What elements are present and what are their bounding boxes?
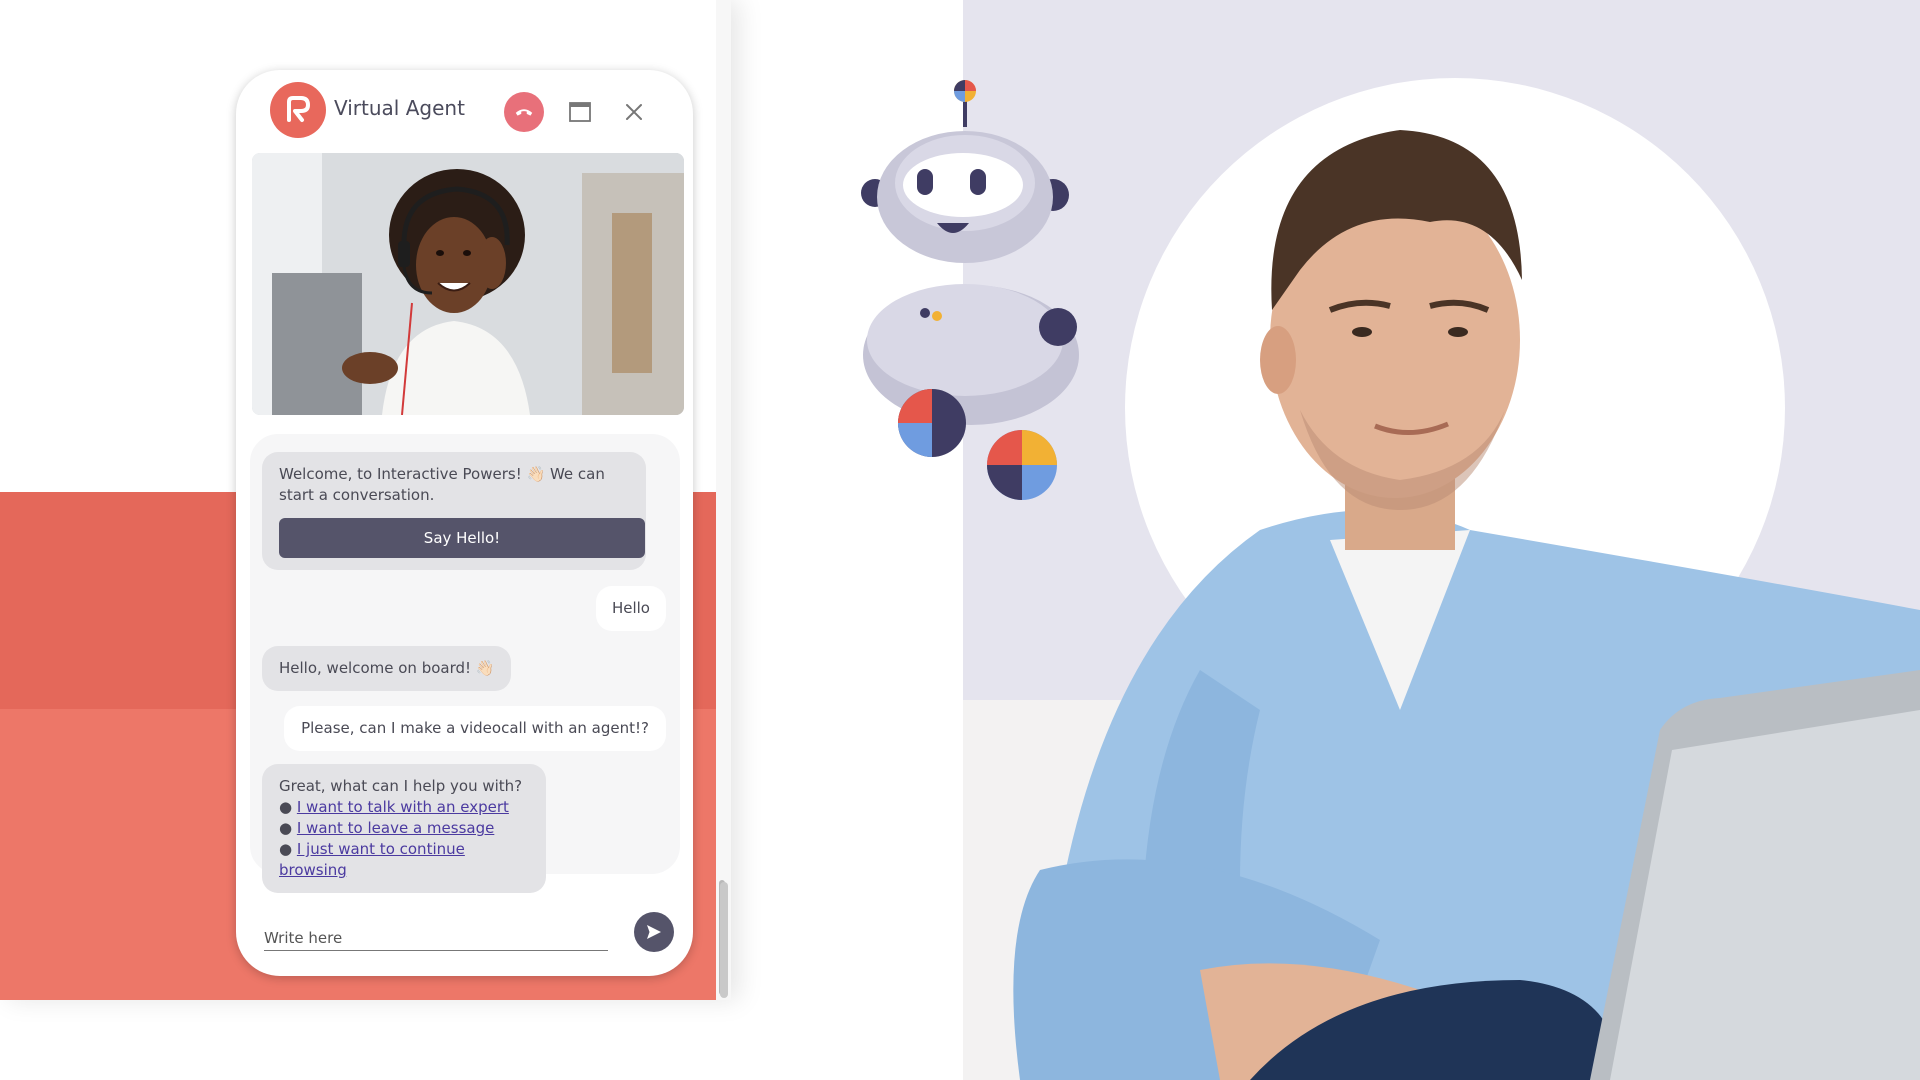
message-input[interactable] [264,926,608,951]
option-item: ● I want to leave a message [279,818,529,839]
maximize-button[interactable] [568,100,592,124]
chat-header: Virtual Agent [236,70,693,150]
page-scrollbar[interactable] [716,0,731,1000]
user-message-hello: Hello [595,586,666,631]
widget-scrollbar[interactable] [720,882,728,998]
option-item: ● I just want to continue browsing [279,839,529,881]
chat-widget: Virtual Agent Welcome, to Interactive Po… [236,70,693,976]
agent-video-image [252,153,684,415]
option-item: ● I want to talk with an expert [279,797,529,818]
phone-hangup-icon [515,109,533,116]
option-continue-browsing-link[interactable]: I just want to continue browsing [279,840,465,879]
bot-options-message: Great, what can I help you with? ● I wan… [262,764,546,893]
close-icon [626,104,642,120]
chat-conversation: Welcome, to Interactive Powers! 👋🏻 We ca… [250,434,680,893]
option-talk-expert-link[interactable]: I want to talk with an expert [297,798,509,816]
bot-welcome-message: Welcome, to Interactive Powers! 👋🏻 We ca… [262,452,646,570]
bullet-icon: ● [279,819,297,837]
agent-video-feed [252,153,684,415]
close-button[interactable] [622,100,646,124]
window-maximize-icon [569,102,591,122]
bullet-icon: ● [279,840,297,858]
bullet-icon: ● [279,798,297,816]
welcome-message-text: Welcome, to Interactive Powers! 👋🏻 We ca… [279,465,605,504]
options-intro-text: Great, what can I help you with? [279,777,523,795]
man-with-laptop-image [1013,130,1920,1080]
option-leave-message-link[interactable]: I want to leave a message [297,819,494,837]
send-button[interactable] [634,912,674,952]
bot-message-welcome-aboard: Hello, welcome on board! 👋🏻 [262,646,512,691]
user-message-videocall: Please, can I make a videocall with an a… [284,706,666,751]
chat-title: Virtual Agent [334,96,465,120]
send-arrow-icon [647,925,661,939]
say-hello-button[interactable]: Say Hello! [279,518,645,558]
agent-logo-icon [270,82,326,138]
hangup-button[interactable] [504,92,544,132]
website-page: Virtual Agent Welcome, to Interactive Po… [0,0,731,1000]
